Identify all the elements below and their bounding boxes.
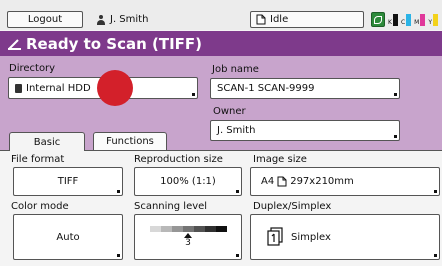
job-name-value: SCAN-1 SCAN-9999	[217, 83, 315, 94]
job-name-label: Job name	[212, 64, 259, 75]
duplex-simplex-value: Simplex	[291, 231, 331, 243]
reproduction-size-button[interactable]: 100% (1:1)	[134, 167, 242, 196]
job-name-field[interactable]: SCAN-1 SCAN-9999	[210, 78, 400, 99]
simplex-icon	[267, 227, 283, 246]
title-bar: Ready to Scan (TIFF)	[0, 31, 442, 56]
toner-m: M	[414, 13, 426, 26]
directory-label: Directory	[9, 63, 56, 74]
file-format-label: File format	[11, 154, 65, 165]
logout-button[interactable]: Logout	[7, 11, 83, 28]
image-size-dimensions: 297x210mm	[290, 176, 354, 187]
scanning-level-scale	[149, 226, 227, 232]
user-icon	[97, 14, 105, 25]
scanning-level-label: Scanning level	[134, 201, 208, 212]
toner-y: Y	[428, 13, 438, 26]
tab-functions[interactable]: Functions	[93, 132, 167, 150]
top-status-bar: Logout J. Smith Idle K C M Y	[0, 0, 442, 30]
job-status-label: Idle	[270, 14, 289, 25]
page-title: Ready to Scan (TIFF)	[26, 34, 203, 53]
toner-k: K	[388, 13, 398, 26]
duplex-simplex-button[interactable]: Simplex	[250, 214, 440, 260]
color-mode-value: Auto	[56, 231, 80, 243]
scanning-level-button[interactable]: 3	[134, 214, 242, 260]
duplex-simplex-label: Duplex/Simplex	[253, 201, 332, 212]
toner-c: C	[401, 13, 412, 26]
eco-leaf-icon	[371, 12, 385, 27]
marker-dot	[97, 70, 133, 106]
image-size-button[interactable]: A4 297x210mm	[250, 167, 440, 196]
file-format-button[interactable]: TIFF	[13, 167, 123, 196]
directory-value: Internal HDD	[26, 82, 91, 94]
page-orientation-icon	[277, 176, 287, 187]
current-user-name: J. Smith	[110, 14, 149, 25]
tab-basic[interactable]: Basic	[9, 132, 85, 151]
document-icon	[256, 14, 266, 25]
image-size-label: Image size	[253, 154, 307, 165]
scan-icon	[8, 38, 21, 50]
owner-field[interactable]: J. Smith	[210, 120, 400, 141]
scan-screen: Logout J. Smith Idle K C M Y Ready to Sc…	[0, 0, 442, 266]
current-user: J. Smith	[97, 12, 148, 27]
reproduction-size-label: Reproduction size	[134, 154, 223, 165]
hdd-icon	[15, 83, 22, 93]
color-mode-label: Color mode	[11, 201, 69, 212]
owner-label: Owner	[213, 106, 246, 117]
file-format-value: TIFF	[57, 176, 79, 187]
job-status-button[interactable]: Idle	[250, 11, 364, 28]
owner-value: J. Smith	[217, 125, 256, 136]
toner-indicator[interactable]: K C M Y	[371, 11, 442, 28]
reproduction-size-value: 100% (1:1)	[160, 176, 216, 187]
image-size-value: A4	[261, 176, 275, 187]
scanning-level-value: 3	[185, 238, 191, 248]
color-mode-button[interactable]: Auto	[13, 214, 123, 260]
